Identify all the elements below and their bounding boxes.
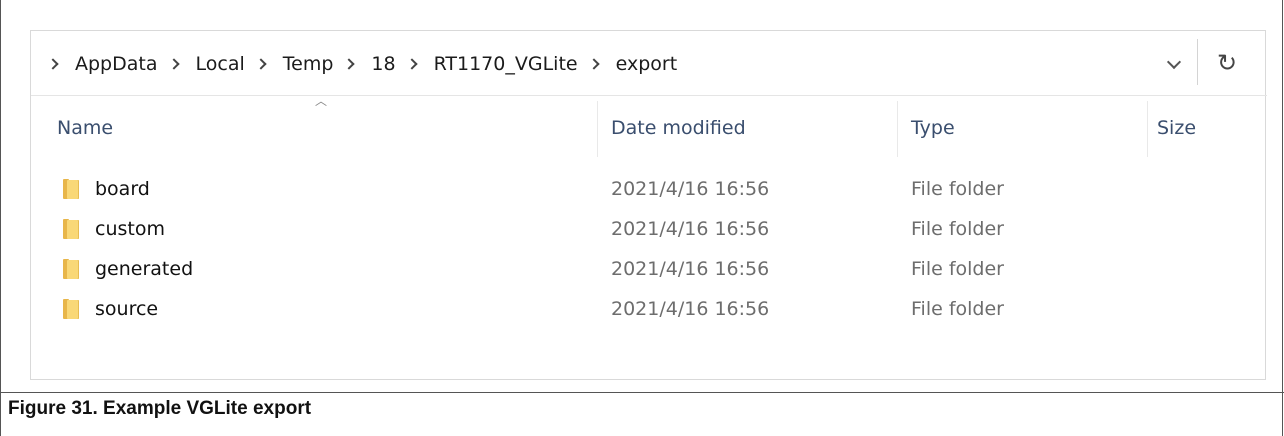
chevron-right-icon[interactable] <box>345 49 355 79</box>
page-frame-right <box>1282 0 1283 436</box>
column-divider[interactable] <box>897 101 898 157</box>
breadcrumb-item-temp[interactable]: Temp <box>283 53 334 75</box>
chevron-right-icon[interactable] <box>49 49 59 79</box>
file-type: File folder <box>911 178 1004 200</box>
divider <box>1197 39 1198 85</box>
divider <box>31 95 1267 96</box>
column-header-type[interactable]: Type <box>911 117 955 145</box>
page-frame-left <box>0 0 1 436</box>
folder-icon <box>63 299 79 319</box>
file-date-modified: 2021/4/16 16:56 <box>611 178 770 200</box>
breadcrumb-item-appdata[interactable]: AppData <box>75 53 158 75</box>
file-date-modified: 2021/4/16 16:56 <box>611 258 770 280</box>
sort-ascending-icon: ︿ <box>314 94 327 108</box>
column-header-size[interactable]: Size <box>1157 117 1196 145</box>
file-name: generated <box>95 258 194 280</box>
file-date-modified: 2021/4/16 16:56 <box>611 298 770 320</box>
file-date-modified: 2021/4/16 16:56 <box>611 218 770 240</box>
column-divider[interactable] <box>1147 101 1148 157</box>
breadcrumb-item-18[interactable]: 18 <box>371 53 395 75</box>
file-type: File folder <box>911 218 1004 240</box>
file-row-generated[interactable]: generated 2021/4/16 16:56 File folder <box>31 249 1267 289</box>
chevron-right-icon[interactable] <box>590 49 600 79</box>
folder-icon <box>63 259 79 279</box>
figure-caption: Figure 31. Example VGLite export <box>8 398 312 419</box>
folder-icon <box>63 219 79 239</box>
file-row-custom[interactable]: custom 2021/4/16 16:56 File folder <box>31 209 1267 249</box>
caption-divider <box>0 392 1284 393</box>
file-explorer-window: AppData Local Temp 18 RT1170_VGLite expo… <box>30 30 1267 380</box>
chevron-down-icon[interactable] <box>1157 43 1193 83</box>
column-header-date-modified[interactable]: Date modified <box>611 117 746 145</box>
chevron-right-icon[interactable] <box>257 49 267 79</box>
file-row-board[interactable]: board 2021/4/16 16:56 File folder <box>31 169 1267 209</box>
chevron-right-icon[interactable] <box>408 49 418 79</box>
chevron-right-icon[interactable] <box>170 49 180 79</box>
file-row-source[interactable]: source 2021/4/16 16:56 File folder <box>31 289 1267 329</box>
address-bar[interactable]: AppData Local Temp 18 RT1170_VGLite expo… <box>31 31 1267 95</box>
column-divider[interactable] <box>597 101 598 157</box>
file-type: File folder <box>911 258 1004 280</box>
column-header-name[interactable]: Name <box>57 117 113 145</box>
file-name: custom <box>95 218 165 240</box>
breadcrumb-item-rt1170-vglite[interactable]: RT1170_VGLite <box>434 53 578 75</box>
file-type: File folder <box>911 298 1004 320</box>
refresh-icon[interactable]: ↻ <box>1209 45 1245 81</box>
breadcrumb-item-export[interactable]: export <box>616 53 678 75</box>
file-name: source <box>95 298 159 320</box>
folder-icon <box>63 179 79 199</box>
breadcrumb-item-local[interactable]: Local <box>196 53 245 75</box>
file-name: board <box>95 178 150 200</box>
breadcrumb: AppData Local Temp 18 RT1170_VGLite expo… <box>49 49 689 79</box>
